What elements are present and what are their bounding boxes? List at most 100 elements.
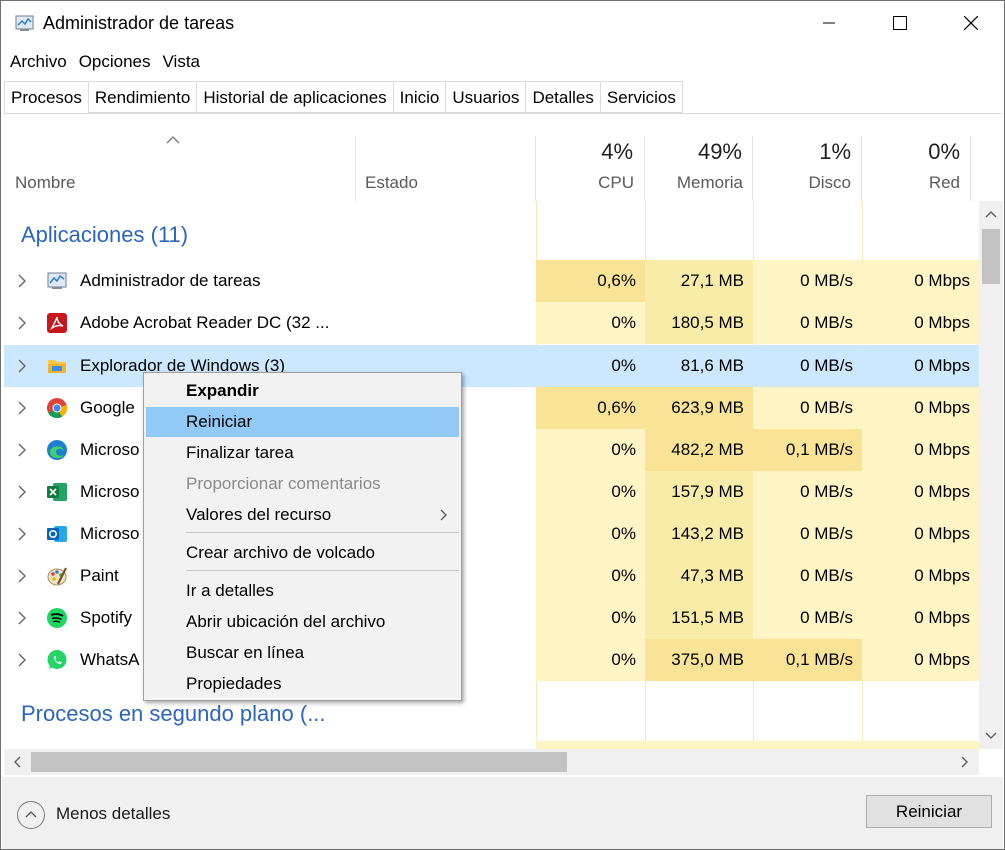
column-header-network[interactable]: Red [863, 173, 960, 193]
menu-archivo[interactable]: Archivo [6, 49, 71, 75]
menu-opciones[interactable]: Opciones [75, 49, 155, 75]
chevron-right-icon[interactable] [18, 527, 26, 541]
column-divider[interactable] [535, 136, 536, 201]
process-name: Spotify [80, 608, 132, 627]
ctx-search-online[interactable]: Buscar en línea [146, 638, 459, 668]
scroll-left-icon[interactable] [13, 756, 21, 768]
scroll-up-icon[interactable] [985, 210, 997, 218]
network-value: 0 Mbps [862, 513, 979, 555]
process-name: Google [80, 398, 135, 417]
tab-historial[interactable]: Historial de aplicaciones [197, 81, 394, 113]
column-header-cpu[interactable]: CPU [537, 173, 634, 193]
tab-servicios[interactable]: Servicios [600, 81, 683, 113]
cpu-value: 0% [536, 597, 645, 639]
chevron-right-icon[interactable] [18, 359, 26, 373]
ctx-open-file-location[interactable]: Abrir ubicación del archivo [146, 607, 459, 637]
close-button[interactable] [942, 1, 1000, 45]
memory-total-percent[interactable]: 49% [646, 139, 742, 165]
network-value: 0 Mbps [862, 387, 979, 429]
column-divider[interactable] [752, 136, 753, 201]
tab-usuarios[interactable]: Usuarios [446, 81, 527, 113]
ctx-end-task[interactable]: Finalizar tarea [146, 438, 459, 468]
disk-value: 0,1 MB/s [753, 639, 862, 681]
chevron-right-icon[interactable] [18, 401, 26, 415]
tab-rendimiento[interactable]: Rendimiento [88, 81, 198, 113]
menu-separator [186, 532, 459, 533]
horizontal-scrollbar[interactable] [4, 749, 979, 775]
disk-value: 0 MB/s [753, 555, 862, 597]
scroll-down-icon[interactable] [985, 732, 997, 740]
cpu-value: 0% [611, 356, 636, 375]
memory-value: 623,9 MB [645, 387, 753, 429]
chevron-right-icon[interactable] [18, 316, 26, 330]
column-divider[interactable] [355, 136, 356, 201]
scroll-right-icon[interactable] [961, 756, 969, 768]
chevron-right-icon[interactable] [18, 569, 26, 583]
maximize-button[interactable] [871, 1, 929, 45]
acrobat-icon [47, 313, 67, 333]
disk-value: 0 MB/s [753, 597, 862, 639]
tab-detalles[interactable]: Detalles [526, 81, 601, 113]
process-name: Microso [80, 524, 140, 543]
less-details-toggle[interactable] [17, 801, 45, 829]
minimize-button[interactable] [800, 1, 858, 45]
ctx-resource-values[interactable]: Valores del recurso [146, 500, 459, 530]
process-name: Microso [80, 440, 140, 459]
chevron-right-icon[interactable] [18, 274, 26, 288]
ctx-feedback: Proporcionar comentarios [186, 474, 381, 493]
column-divider[interactable] [970, 136, 971, 201]
memory-value: 375,0 MB [645, 639, 753, 681]
column-header-memory[interactable]: Memoria [646, 173, 743, 193]
ctx-go-to-details[interactable]: Ir a detalles [146, 576, 459, 606]
whatsapp-icon [47, 650, 67, 669]
cpu-total-percent[interactable]: 4% [537, 139, 633, 165]
context-menu: Expandir Reiniciar Finalizar tarea Propo… [143, 372, 462, 701]
restart-button[interactable]: Reiniciar [866, 795, 992, 828]
process-row[interactable]: Adobe Acrobat Reader DC (32 ... 0% 180,5… [4, 302, 979, 344]
less-details-link[interactable]: Menos detalles [56, 804, 170, 824]
column-header-disk[interactable]: Disco [754, 173, 851, 193]
memory-value: 151,5 MB [645, 597, 753, 639]
tab-divider [4, 113, 1001, 114]
task-manager-icon [47, 272, 67, 289]
cpu-value: 0% [536, 513, 645, 555]
ctx-restart[interactable]: Reiniciar [146, 407, 459, 437]
network-value: 0 Mbps [862, 260, 979, 302]
network-value: 0 Mbps [862, 639, 979, 681]
tab-procesos[interactable]: Procesos [4, 81, 89, 114]
next-row-heat-fragment [536, 741, 979, 749]
network-total-percent[interactable]: 0% [863, 139, 960, 165]
vertical-scrollbar[interactable] [979, 201, 1003, 749]
close-icon [964, 16, 978, 30]
memory-value: 81,6 MB [680, 356, 744, 375]
vertical-scroll-thumb[interactable] [982, 229, 1000, 284]
horizontal-scroll-thumb[interactable] [31, 752, 567, 772]
network-value: 0 Mbps [862, 555, 979, 597]
process-row[interactable]: Administrador de tareas 0,6% 27,1 MB 0 M… [4, 260, 979, 302]
process-name: Administrador de tareas [80, 271, 261, 290]
chevron-right-icon[interactable] [18, 611, 26, 625]
column-divider[interactable] [861, 136, 862, 201]
disk-total-percent[interactable]: 1% [754, 139, 851, 165]
menu-separator [186, 570, 459, 571]
folder-icon [48, 360, 66, 373]
column-divider[interactable] [644, 136, 645, 201]
cpu-value: 0% [536, 471, 645, 513]
chevron-up-icon [25, 811, 37, 818]
chevron-right-icon[interactable] [18, 653, 26, 667]
cpu-value: 0% [536, 639, 645, 681]
process-name: WhatsA [80, 650, 140, 669]
disk-value: 0 MB/s [753, 260, 862, 302]
network-value: 0 Mbps [862, 429, 979, 471]
chevron-right-icon[interactable] [18, 485, 26, 499]
column-header-name[interactable]: Nombre [15, 173, 75, 193]
chevron-right-icon[interactable] [18, 443, 26, 457]
network-value: 0 Mbps [862, 471, 979, 513]
process-name: Adobe Acrobat Reader DC (32 ... [80, 313, 330, 332]
ctx-create-dump[interactable]: Crear archivo de volcado [146, 538, 459, 568]
menu-vista[interactable]: Vista [159, 49, 205, 75]
ctx-expand[interactable]: Expandir [146, 376, 459, 406]
tab-inicio[interactable]: Inicio [393, 81, 447, 113]
ctx-properties[interactable]: Propiedades [146, 669, 459, 699]
column-header-status[interactable]: Estado [365, 173, 418, 193]
